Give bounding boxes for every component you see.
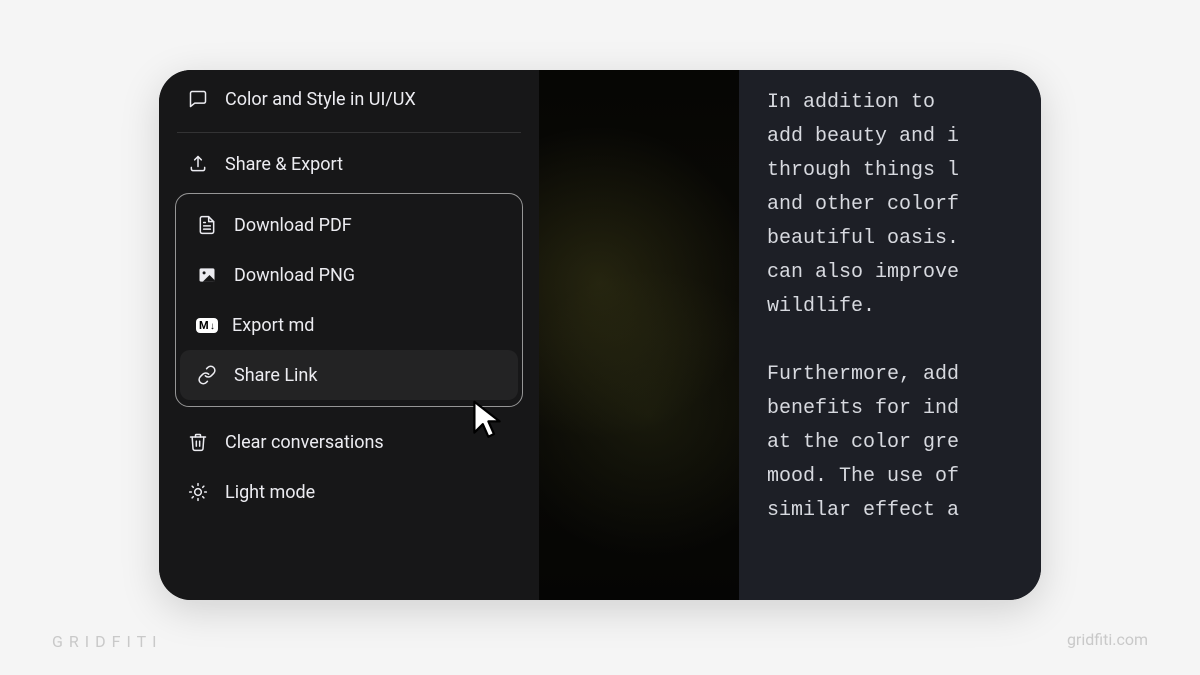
sun-icon: [187, 481, 209, 503]
app-card: Color and Style in UI/UX Share & Export: [159, 70, 1041, 600]
sidebar: Color and Style in UI/UX Share & Export: [159, 70, 539, 600]
divider: [177, 132, 521, 133]
clear-conversations-item[interactable]: Clear conversations: [173, 417, 525, 467]
clear-conversations-label: Clear conversations: [225, 432, 384, 453]
light-mode-label: Light mode: [225, 482, 315, 503]
brand-url: gridfiti.com: [1067, 630, 1148, 649]
export-options-box: Download PDF Download PNG M↓ Export md: [175, 193, 523, 407]
trash-icon: [187, 431, 209, 453]
download-png-item[interactable]: Download PNG: [180, 250, 518, 300]
image-icon: [196, 264, 218, 286]
brand-logo-text: GRIDFITI: [52, 632, 162, 651]
message-square-icon: [187, 88, 209, 110]
export-md-label: Export md: [232, 315, 314, 336]
export-md-item[interactable]: M↓ Export md: [180, 300, 518, 350]
content-text: In addition to add beauty and i through …: [739, 70, 1041, 600]
share-export-label: Share & Export: [225, 154, 343, 175]
share-export-item[interactable]: Share & Export: [173, 139, 525, 189]
preview-image: [539, 70, 739, 600]
link-icon: [196, 364, 218, 386]
share-link-label: Share Link: [234, 365, 317, 386]
sidebar-conversation-item[interactable]: Color and Style in UI/UX: [173, 70, 525, 132]
upload-icon: [187, 153, 209, 175]
markdown-icon: M↓: [196, 314, 218, 336]
light-mode-item[interactable]: Light mode: [173, 467, 525, 517]
download-pdf-label: Download PDF: [234, 215, 352, 236]
download-png-label: Download PNG: [234, 265, 355, 286]
share-link-item[interactable]: Share Link: [180, 350, 518, 400]
download-pdf-item[interactable]: Download PDF: [180, 200, 518, 250]
conversation-title: Color and Style in UI/UX: [225, 89, 416, 110]
file-text-icon: [196, 214, 218, 236]
